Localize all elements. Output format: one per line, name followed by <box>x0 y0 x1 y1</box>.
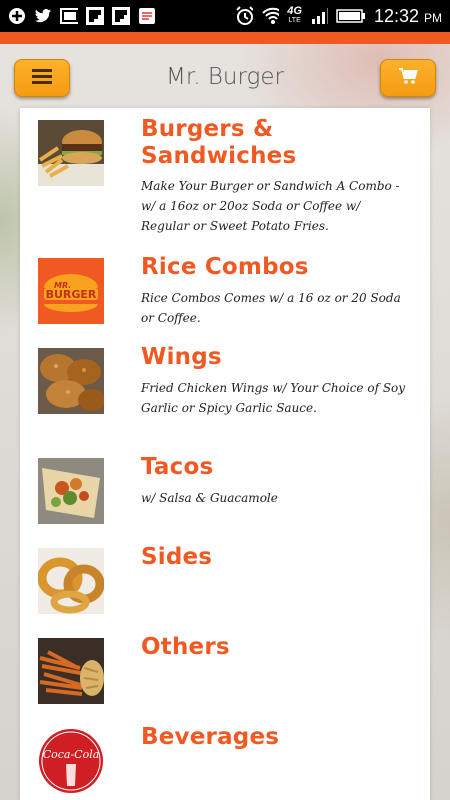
twitter-icon <box>34 7 52 25</box>
notes-icon <box>138 7 156 25</box>
battery-icon <box>336 7 366 25</box>
category-title: Others <box>141 634 230 660</box>
category-description: Rice Combos Comes w/ a 16 oz or 20 Soda … <box>141 291 401 325</box>
category-others[interactable]: Others <box>20 626 430 716</box>
category-title: Beverages <box>141 724 280 750</box>
coca-cola-logo: Coca-Cola <box>38 728 104 794</box>
menu-button[interactable] <box>14 59 70 97</box>
burger-photo <box>38 120 104 186</box>
category-title: Wings <box>141 344 222 370</box>
status-bar-system: 4G LTE 12:32 PM <box>235 6 442 27</box>
clock-ampm: PM <box>424 10 442 25</box>
network-label: 4G <box>287 5 302 17</box>
network-type: 4G LTE <box>287 5 302 25</box>
mr-burger-logo: MR. BURGER <box>38 258 104 324</box>
status-bar: 4G LTE 12:32 PM <box>0 0 450 32</box>
logo-text-burger: BURGER <box>46 288 97 301</box>
category-title: Rice Combos <box>141 254 309 280</box>
app-header: Mr. Burger <box>0 44 450 108</box>
plus-icon <box>8 7 26 25</box>
accent-strip <box>0 32 450 44</box>
category-beverages[interactable]: Coca-Cola Beverages <box>20 716 430 800</box>
flipboard-icon <box>86 7 104 25</box>
category-list: Burgers & Sandwiches Make Your Burger or… <box>20 108 430 800</box>
wifi-icon <box>261 7 280 25</box>
category-title: Tacos <box>141 454 214 480</box>
category-rice-combos[interactable]: MR. BURGER Rice Combos Rice Combos Comes… <box>20 246 430 336</box>
category-description: Fried Chicken Wings w/ Your Choice of So… <box>141 381 406 415</box>
category-sides[interactable]: Sides <box>20 536 430 626</box>
fries-photo <box>38 638 104 704</box>
flipboard-icon <box>112 7 130 25</box>
clock: 12:32 PM <box>374 6 442 27</box>
category-title: Sides <box>141 544 213 570</box>
status-bar-notifications <box>8 7 156 25</box>
cart-button[interactable] <box>380 59 436 97</box>
wings-photo <box>38 348 104 414</box>
signal-icon <box>310 7 328 25</box>
clock-time: 12:32 <box>373 5 419 26</box>
category-tacos[interactable]: Tacos w/ Salsa & Guacamole <box>20 446 430 536</box>
category-wings[interactable]: Wings Fried Chicken Wings w/ Your Choice… <box>20 336 430 446</box>
page-title: Mr. Burger <box>166 64 284 90</box>
screen-icon <box>60 7 78 25</box>
shopping-cart-icon <box>398 67 418 90</box>
category-description: Make Your Burger or Sandwich A Combo - w… <box>141 179 400 233</box>
onion-rings-photo <box>38 548 104 614</box>
alarm-icon <box>235 6 254 25</box>
logo-text-coca-cola: Coca-Cola <box>43 748 100 761</box>
category-title: Burgers & Sandwiches <box>141 116 297 169</box>
network-sublabel: LTE <box>288 17 301 24</box>
category-description: w/ Salsa & Guacamole <box>141 491 278 505</box>
hamburger-menu-icon <box>32 68 52 89</box>
category-burgers[interactable]: Burgers & Sandwiches Make Your Burger or… <box>20 108 430 246</box>
tacos-photo <box>38 458 104 524</box>
